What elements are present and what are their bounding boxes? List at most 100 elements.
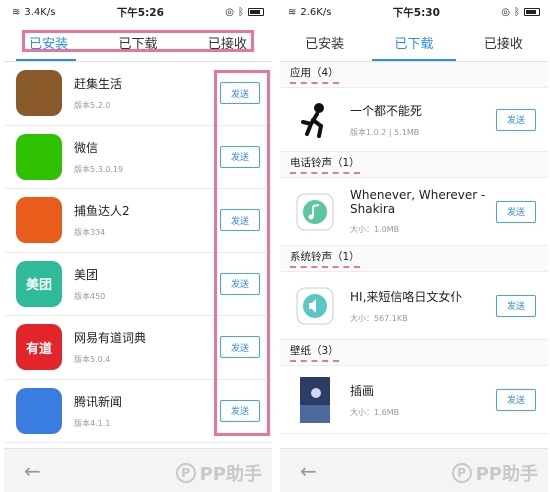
bluetooth-icon: ᛒ [237,6,244,18]
section-title: 壁纸（3） [290,343,339,362]
app-name: 腾讯新闻 [74,394,123,409]
lock-icon: ◎ [501,6,510,18]
app-name: 捕鱼达人2 [74,204,130,219]
send-button[interactable]: 发送 [220,82,260,105]
app-version: 版本5.2.0 [74,101,111,111]
app-name: 微信 [74,140,99,155]
tab-downloaded[interactable]: 已下载 [93,33,182,52]
app-row: 有道 网易有道词典 版本5.0.4 发送 [4,316,272,380]
app-version: 版本334 [74,228,106,238]
download-row: HI,来短信咯日文女仆 大小：567.1KB 发送 [280,272,548,340]
item-info: Whenever, Wherever - Shakira 大小：1.0MB [350,188,496,235]
battery-icon [247,8,264,16]
app-info: 网易有道词典版本5.0.4 [74,329,220,365]
item-info: 插画大小：1.6MB [350,382,496,418]
left-screen: ≋ 3.4K/s 下午5:26 ◎ ᛒ 已安装 已下载 已接收 赶集生活版本5.2.… [4,0,272,492]
watermark: P PP助手 [451,460,538,486]
tab-bar: 已安装 已下载 已接收 [4,24,272,62]
send-button[interactable]: 发送 [220,209,260,232]
app-name: 美团 [74,267,99,282]
app-row: 赶集生活 版本5.2.0 发送 [4,62,272,126]
app-version: 版本450 [74,291,106,301]
app-icon [16,133,62,180]
item-name: Whenever, Wherever - Shakira [350,188,486,216]
back-arrow-icon[interactable]: ← [24,459,41,483]
app-icon: 美团 [16,260,62,307]
send-button[interactable]: 发送 [220,399,260,422]
lock-icon: ◎ [225,6,234,18]
app-version: 版本4.1.1 [74,418,111,428]
app-info: 捕鱼达人2 版本334 [74,202,220,238]
send-button[interactable]: 发送 [220,336,260,359]
wallpaper-icon [292,376,338,423]
tab-received[interactable]: 已接收 [459,33,548,52]
item-meta: 大小：1.0MB [350,225,400,234]
send-button[interactable]: 发送 [496,388,536,411]
runner-icon [292,97,338,143]
battery-icon [523,8,540,16]
wifi-icon: ≋ [288,6,297,18]
music-icon [292,189,338,235]
speaker-icon [292,283,338,329]
item-name: 一个都不能死 [350,103,423,118]
section-header: 系统铃声（1） [280,246,548,272]
section-title: 应用（4） [290,65,339,84]
section-header: 应用（4） [280,62,548,88]
watermark: P PP助手 [175,460,262,486]
app-icon [16,387,62,434]
send-button[interactable]: 发送 [220,145,260,168]
tab-downloaded[interactable]: 已下载 [369,33,458,52]
section-title: 电话铃声（1） [290,155,360,174]
app-info: 微信版本5.3.0.19 [74,139,220,175]
send-button[interactable]: 发送 [496,294,536,317]
status-bar: ≋ 2.6K/s 下午5:30 ◎ ᛒ [280,0,548,24]
app-info: 赶集生活版本5.2.0 [74,75,220,111]
app-row: 微信 版本5.3.0.19 发送 [4,126,272,189]
active-tab-indicator [372,59,456,61]
app-row: 腾讯新闻 版本4.1.1 发送 [4,380,272,443]
clock: 下午5:30 [392,6,440,19]
bottom-bar: ← P PP助手 [280,448,548,492]
app-info: 腾讯新闻版本4.1.1 [74,393,220,429]
app-info: 美团版本450 [74,266,220,302]
wifi-icon: ≋ [12,6,21,18]
tab-installed[interactable]: 已安装 [280,33,369,52]
send-button[interactable]: 发送 [220,272,260,295]
item-name: 插画 [350,383,375,398]
app-name: 赶集生活 [74,77,123,92]
item-meta: 大小：1.6MB [350,407,400,417]
section-header: 电话铃声（1） [280,152,548,178]
download-list: 应用（4） 一个都不能死 版本1.0.2 | 5.1MB 发送 电话铃声（1） Whene… [280,62,548,434]
network-speed: 2.6K/s [300,6,332,18]
app-row: 捕鱼达人2 版本334 发送 [4,189,272,253]
tab-received[interactable]: 已接收 [183,33,272,52]
clock: 下午5:26 [116,6,164,19]
network-speed: 3.4K/s [24,6,56,18]
app-list: 赶集生活 版本5.2.0 发送 微信 版本5.3.0.19 发送 捕鱼达人2 版本334 发送美… [4,62,272,443]
app-version: 版本5.0.4 [74,355,111,365]
item-meta: 版本1.0.2 | 5.1MB [350,127,420,137]
active-tab-indicator [16,59,76,61]
download-row: 一个都不能死 版本1.0.2 | 5.1MB 发送 [280,88,548,152]
section-header: 壁纸（3） [280,340,548,366]
download-row: Whenever, Wherever - Shakira 大小：1.0MB 发送 [280,178,548,246]
tab-bar: 已安装 已下载 已接收 [280,24,548,62]
status-bar: ≋ 3.4K/s 下午5:26 ◎ ᛒ [4,0,272,24]
item-info: 一个都不能死版本1.0.2 | 5.1MB [350,102,496,138]
app-icon [16,197,62,244]
right-screen: ≋ 2.6K/s 下午5:30 ◎ ᛒ 已安装 已下载 已接收 应用（4） 一个都不能… [280,0,548,492]
item-name: HI,来短信咯日文女仆 [350,289,463,304]
download-row: 插画 大小：1.6MB 发送 [280,366,548,434]
app-name: 网易有道词典 [74,331,147,346]
tab-installed[interactable]: 已安装 [4,33,93,52]
bottom-bar: ← P PP助手 [4,448,272,492]
item-info: HI,来短信咯日文女仆大小：567.1KB [350,288,496,324]
send-button[interactable]: 发送 [496,200,536,223]
back-arrow-icon[interactable]: ← [300,459,317,483]
app-version: 版本5.3.0.19 [74,164,124,174]
bluetooth-icon: ᛒ [513,6,520,18]
app-icon: 有道 [16,324,62,371]
section-title: 系统铃声（1） [290,249,360,268]
send-button[interactable]: 发送 [496,108,536,131]
item-meta: 大小：567.1KB [350,313,408,323]
